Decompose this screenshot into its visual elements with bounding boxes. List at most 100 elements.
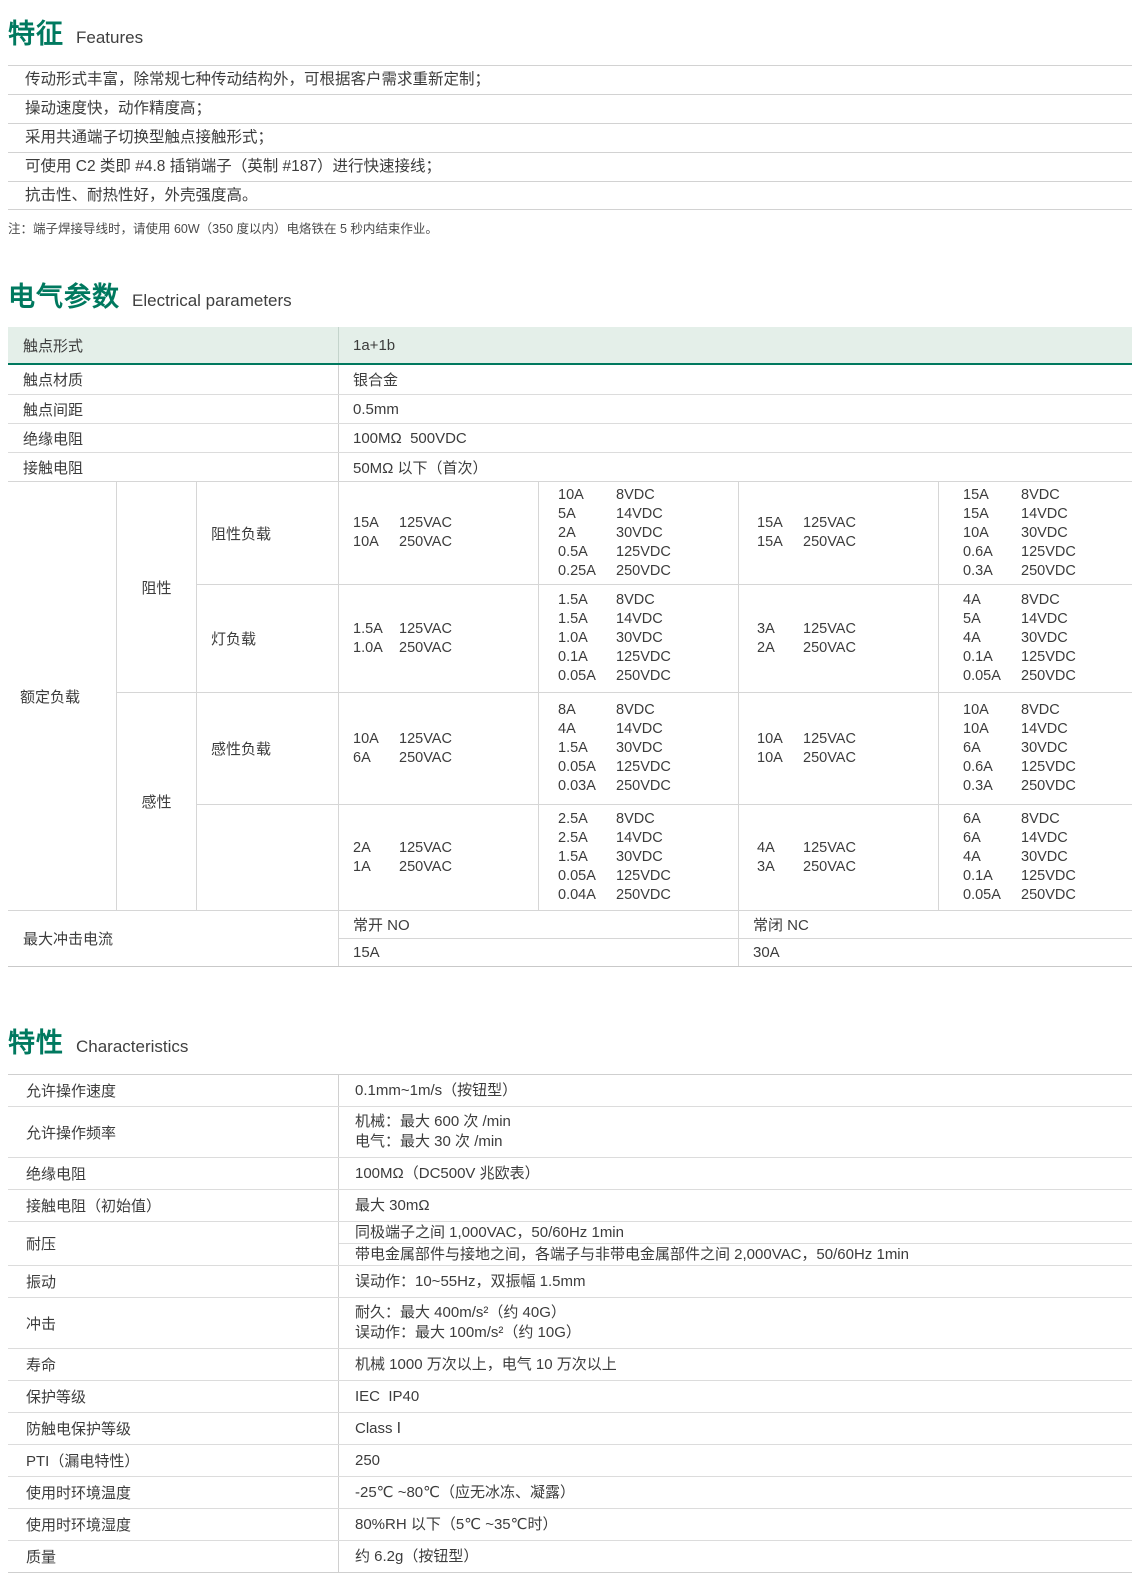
electrical-title-en: Electrical parameters	[132, 291, 292, 311]
vdc-volts: 8VDC 14VDC 30VDC 125VDC 250VDC	[1021, 486, 1076, 581]
impact-current-block: 最大冲击电流 常开 NO 常闭 NC 15A 30A	[8, 910, 1132, 967]
datasheet-page: 特征 Features 传动形式丰富，除常规七种传动结构外，可根据客户需求重新定…	[0, 12, 1140, 1573]
characteristic-label: 绝缘电阻	[8, 1158, 338, 1189]
rated-load-label: 额定负载	[8, 482, 116, 910]
contact-form-header-row: 触点形式 1a+1b	[8, 327, 1132, 365]
impact-nc-label: 常闭 NC	[738, 911, 1132, 938]
characteristic-row: 接触电阻（初始值） 最大 30mΩ	[8, 1189, 1132, 1221]
row-value: 50MΩ 以下（首次）	[338, 453, 1132, 481]
vdc-volts: 8VDC 14VDC 30VDC 125VDC 250VDC	[1021, 701, 1076, 796]
characteristics-title-en: Characteristics	[76, 1037, 188, 1057]
characteristic-value: 同极端子之间 1,000VAC，50/60Hz 1min 带电金属部件与接地之间…	[338, 1222, 1132, 1265]
vdc-amps: 2.5A 2.5A 1.5A 0.05A 0.04A	[558, 810, 616, 905]
vdc-volts: 8VDC 14VDC 30VDC 125VDC 250VDC	[616, 486, 671, 581]
characteristic-row: 寿命 机械 1000 万次以上，电气 10 万次以上	[8, 1348, 1132, 1380]
contact-form-label: 触点形式	[8, 327, 338, 363]
characteristic-row: 振动 误动作：10~55Hz，双振幅 1.5mm	[8, 1265, 1132, 1297]
vdc-volts: 8VDC 14VDC 30VDC 125VDC 250VDC	[616, 701, 671, 796]
characteristic-value: 250	[338, 1445, 1132, 1476]
feature-item: 抗击性、耐热性好，外壳强度高。	[8, 181, 1132, 210]
characteristic-row: 使用时环境温度 -25℃ ~80℃（应无冰冻、凝露）	[8, 1476, 1132, 1508]
vdc-volts: 8VDC 14VDC 30VDC 125VDC 250VDC	[1021, 591, 1076, 686]
characteristic-label: 耐压	[8, 1222, 338, 1265]
vac-volts: 125VAC 250VAC	[399, 514, 452, 552]
characteristics-title: 特性 Characteristics	[8, 1021, 1132, 1060]
row-label: 绝缘电阻	[8, 424, 338, 452]
characteristic-value: 约 6.2g（按钮型）	[338, 1541, 1132, 1572]
feature-item: 操动速度快，动作精度高；	[8, 94, 1132, 123]
characteristic-label: 允许操作频率	[8, 1107, 338, 1157]
row-value: 100MΩ 500VDC	[338, 424, 1132, 452]
vac-amps: 2A 1A	[353, 839, 399, 877]
vac-cell: 15A 15A 125VAC 250VAC	[738, 482, 938, 584]
vdc-amps: 15A 15A 10A 0.6A 0.3A	[963, 486, 1021, 581]
electrical-title: 电气参数 Electrical parameters	[8, 275, 1132, 314]
vdc-cell: 10A 5A 2A 0.5A 0.25A 8VDC 14VDC 30VDC 12…	[538, 482, 738, 584]
load-type: 阻性负载	[196, 482, 338, 584]
features-title-en: Features	[76, 28, 143, 48]
vdc-cell: 10A 10A 6A 0.6A 0.3A 8VDC 14VDC 30VDC 12…	[938, 692, 1132, 804]
vdc-volts: 8VDC 14VDC 30VDC 125VDC 250VDC	[616, 810, 671, 905]
characteristic-row: 绝缘电阻 100MΩ（DC500V 兆欧表）	[8, 1157, 1132, 1189]
characteristic-row: 使用时环境湿度 80%RH 以下（5℃ ~35℃时）	[8, 1508, 1132, 1540]
vdc-amps: 10A 10A 6A 0.6A 0.3A	[963, 701, 1021, 796]
load-type	[196, 804, 338, 910]
vdc-volts: 8VDC 14VDC 30VDC 125VDC 250VDC	[616, 591, 671, 686]
electrical-section: 电气参数 Electrical parameters 触点形式 1a+1b 触点…	[8, 275, 1132, 967]
vac-cell: 1.5A 1.0A 125VAC 250VAC	[338, 584, 538, 692]
characteristic-label: 保护等级	[8, 1381, 338, 1412]
characteristics-table: 允许操作速度 0.1mm~1m/s（按钮型） 允许操作频率 机械：最大 600 …	[8, 1074, 1132, 1573]
vdc-cell: 1.5A 1.5A 1.0A 0.1A 0.05A 8VDC 14VDC 30V…	[538, 584, 738, 692]
vdc-amps: 4A 5A 4A 0.1A 0.05A	[963, 591, 1021, 686]
row-label: 接触电阻	[8, 453, 338, 481]
impact-no-label: 常开 NO	[338, 911, 738, 938]
characteristic-value: 耐久：最大 400m/s²（约 40G） 误动作：最大 100m/s²（约 10…	[338, 1298, 1132, 1348]
characteristic-value: 误动作：10~55Hz，双振幅 1.5mm	[338, 1266, 1132, 1297]
characteristic-row: 允许操作速度 0.1mm~1m/s（按钮型）	[8, 1075, 1132, 1106]
features-note: 注：端子焊接导线时，请使用 60W（350 度以内）电烙铁在 5 秒内结束作业。	[8, 218, 1132, 237]
load-group-resistive: 阻性	[116, 482, 196, 692]
impact-current-label: 最大冲击电流	[8, 911, 338, 966]
vac-cell: 10A 10A 125VAC 250VAC	[738, 692, 938, 804]
characteristic-label: 接触电阻（初始值）	[8, 1190, 338, 1221]
vac-volts: 125VAC 250VAC	[803, 730, 856, 768]
characteristics-title-cn: 特性	[8, 1021, 64, 1060]
vac-cell: 3A 2A 125VAC 250VAC	[738, 584, 938, 692]
vac-cell: 4A 3A 125VAC 250VAC	[738, 804, 938, 910]
table-row: 触点间距 0.5mm	[8, 394, 1132, 423]
vac-amps: 3A 2A	[757, 620, 803, 658]
vac-volts: 125VAC 250VAC	[399, 620, 452, 658]
characteristic-value: -25℃ ~80℃（应无冰冻、凝露）	[338, 1477, 1132, 1508]
vac-volts: 125VAC 250VAC	[803, 839, 856, 877]
vac-amps: 15A 15A	[757, 514, 803, 552]
vac-amps: 10A 6A	[353, 730, 399, 768]
vac-amps: 1.5A 1.0A	[353, 620, 399, 658]
vdc-cell: 8A 4A 1.5A 0.05A 0.03A 8VDC 14VDC 30VDC …	[538, 692, 738, 804]
feature-item: 传动形式丰富，除常规七种传动结构外，可根据客户需求重新定制；	[8, 65, 1132, 94]
feature-list: 传动形式丰富，除常规七种传动结构外，可根据客户需求重新定制； 操动速度快，动作精…	[8, 65, 1132, 210]
characteristic-label: 振动	[8, 1266, 338, 1297]
vac-amps: 4A 3A	[757, 839, 803, 877]
row-value: 银合金	[338, 365, 1132, 394]
impact-nc-value: 30A	[738, 938, 1132, 966]
characteristic-value: Class Ⅰ	[338, 1413, 1132, 1444]
vac-amps: 15A 10A	[353, 514, 399, 552]
vac-volts: 125VAC 250VAC	[399, 839, 452, 877]
vdc-amps: 6A 6A 4A 0.1A 0.05A	[963, 810, 1021, 905]
electrical-title-cn: 电气参数	[8, 275, 120, 314]
vac-volts: 125VAC 250VAC	[803, 514, 856, 552]
electrical-table: 触点形式 1a+1b 触点材质 银合金 触点间距 0.5mm 绝缘电阻 100M…	[8, 327, 1132, 967]
characteristic-value: 机械：最大 600 次 /min 电气：最大 30 次 /min	[338, 1107, 1132, 1157]
vdc-amps: 10A 5A 2A 0.5A 0.25A	[558, 486, 616, 581]
vdc-volts: 8VDC 14VDC 30VDC 125VDC 250VDC	[1021, 810, 1076, 905]
characteristic-row: 允许操作频率 机械：最大 600 次 /min 电气：最大 30 次 /min	[8, 1106, 1132, 1157]
characteristic-label: 防触电保护等级	[8, 1413, 338, 1444]
characteristic-row: 保护等级 IEC IP40	[8, 1380, 1132, 1412]
table-row: 触点材质 银合金	[8, 365, 1132, 394]
vac-cell: 10A 6A 125VAC 250VAC	[338, 692, 538, 804]
characteristic-label: 使用时环境湿度	[8, 1509, 338, 1540]
characteristics-section: 特性 Characteristics 允许操作速度 0.1mm~1m/s（按钮型…	[8, 1021, 1132, 1573]
characteristic-value: IEC IP40	[338, 1381, 1132, 1412]
characteristic-label: 寿命	[8, 1349, 338, 1380]
characteristic-row: 耐压 同极端子之间 1,000VAC，50/60Hz 1min 带电金属部件与接…	[8, 1221, 1132, 1265]
